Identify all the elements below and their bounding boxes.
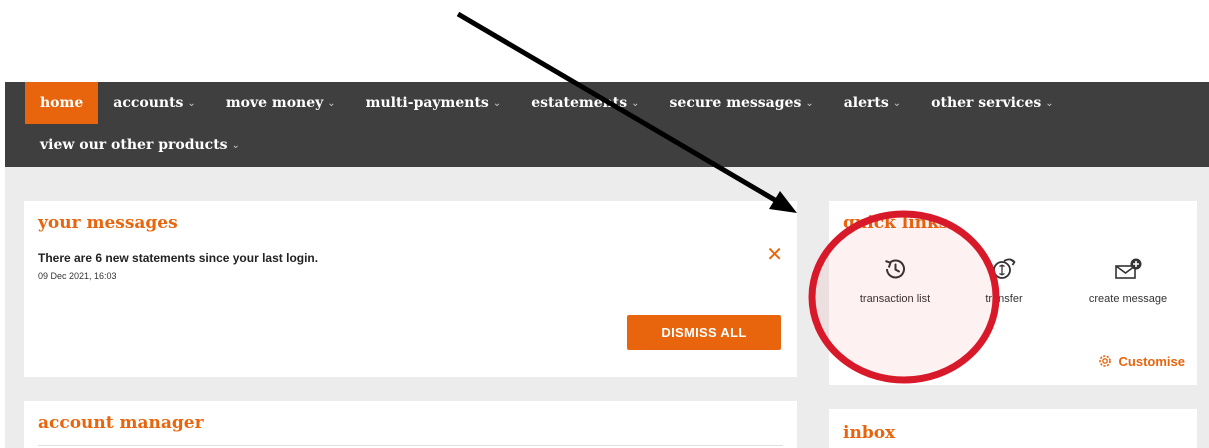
nav-item-label: other services: [931, 95, 1042, 111]
nav-item-alerts[interactable]: alerts ⌄: [829, 82, 916, 124]
close-icon[interactable]: ✕: [766, 245, 783, 265]
chevron-down-icon: ⌄: [1045, 97, 1054, 109]
divider: [38, 445, 783, 446]
nav-item-label: estatements: [531, 95, 628, 111]
nav-item-estatements[interactable]: estatements ⌄: [516, 82, 654, 124]
nav-item-move-money[interactable]: move money ⌄: [211, 82, 351, 124]
nav-item-home[interactable]: home: [25, 82, 99, 124]
chevron-down-icon: ⌄: [187, 97, 196, 109]
new-message-icon: [1113, 256, 1143, 287]
quick-link-transaction-list[interactable]: transaction list: [847, 256, 943, 305]
quick-link-label: transfer: [985, 293, 1023, 305]
transfer-icon: [990, 256, 1018, 287]
nav-item-label: accounts: [113, 95, 184, 111]
chevron-down-icon: ⌄: [231, 139, 240, 151]
message-date: 09 Dec 2021, 16:03: [38, 271, 117, 281]
inbox-title: inbox: [843, 423, 896, 443]
messages-title: your messages: [38, 213, 178, 233]
nav-item-other-services[interactable]: other services ⌄: [916, 82, 1068, 124]
nav-item-label: home: [40, 95, 84, 111]
quick-links-card: quick links transaction list transfer cr…: [829, 201, 1197, 385]
dashboard-content: your messages There are 6 new statements…: [5, 167, 1209, 448]
chevron-down-icon: ⌄: [327, 97, 336, 109]
chevron-down-icon: ⌄: [805, 97, 814, 109]
quick-link-label: transaction list: [859, 293, 931, 305]
nav-item-secure-messages[interactable]: secure messages ⌄: [655, 82, 829, 124]
gear-icon: [1098, 355, 1111, 367]
nav-item-multi-payments[interactable]: multi-payments ⌄: [351, 82, 517, 124]
nav-item-accounts[interactable]: accounts ⌄: [98, 82, 211, 124]
nav-row-secondary: view our other products ⌄: [25, 124, 255, 166]
main-nav: home accounts ⌄ move money ⌄ multi-payme…: [5, 82, 1209, 167]
history-icon: [881, 256, 909, 287]
top-whitespace: [0, 0, 1209, 82]
customise-link[interactable]: Customise: [1097, 353, 1185, 369]
quick-link-transfer[interactable]: transfer: [969, 256, 1039, 305]
nav-item-label: move money: [225, 95, 324, 111]
nav-row-primary: home accounts ⌄ move money ⌄ multi-payme…: [25, 82, 1069, 124]
quick-link-label: create message: [1088, 293, 1168, 305]
messages-card: your messages There are 6 new statements…: [24, 201, 797, 377]
nav-item-other-products[interactable]: view our other products ⌄: [25, 124, 255, 166]
chevron-down-icon: ⌄: [631, 97, 640, 109]
quick-link-create-message[interactable]: create message: [1073, 256, 1183, 305]
customise-label: Customise: [1118, 353, 1185, 369]
message-text: There are 6 new statements since your la…: [38, 251, 319, 265]
nav-item-label: secure messages: [669, 95, 802, 111]
chevron-down-icon: ⌄: [892, 97, 902, 109]
quick-links-title: quick links: [843, 213, 949, 233]
nav-item-label: multi-payments: [365, 95, 489, 111]
nav-item-label: alerts: [843, 95, 889, 111]
account-manager-title: account manager: [38, 413, 204, 433]
dismiss-all-button[interactable]: DISMISS ALL: [627, 315, 781, 350]
inbox-card: inbox: [829, 409, 1197, 448]
nav-item-label: view our other products: [40, 137, 228, 153]
account-manager-card: account manager: [24, 401, 797, 448]
chevron-down-icon: ⌄: [492, 97, 502, 109]
